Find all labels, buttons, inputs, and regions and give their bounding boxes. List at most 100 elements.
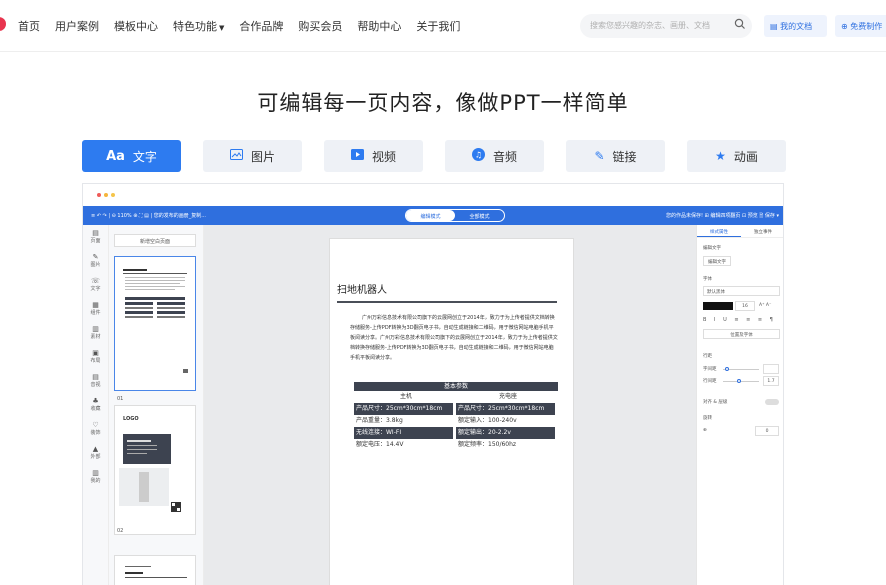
rail-item-favorites[interactable]: ♣ 收藏 [83, 393, 108, 417]
tab-animation[interactable]: ★ 动画 [687, 140, 786, 172]
page-thumbnail-2[interactable]: LOGO [114, 405, 196, 535]
spec-table[interactable]: 基本参数 主机 充电座 产品尺寸：25cm*30cm*18cm 产品尺寸：25c… [354, 382, 558, 451]
rail-item-layout[interactable]: ▣ 布局 [83, 345, 108, 369]
tab-style-properties[interactable]: 样式属性 [697, 225, 741, 237]
mode-switch[interactable]: 编辑模式 全部模式 [405, 209, 505, 222]
tab-text[interactable]: Aa 文字 [82, 140, 181, 172]
pages-icon: ▤ [92, 229, 99, 237]
rail-label: 组件 [90, 310, 101, 316]
page-thumbnail-1[interactable] [114, 256, 196, 391]
nav-links: 首页 用户案例 模板中心 特色功能 ▼ 合作品牌 购买会员 帮助中心 关于我们 [18, 18, 475, 34]
window-controls [97, 193, 118, 197]
tab-image-label: 图片 [250, 149, 275, 164]
slider-handle[interactable] [725, 367, 729, 371]
spec-table-subheader: 主机 充电座 [354, 391, 558, 403]
toolbar-right-controls[interactable]: 您的作品未保存! ⊞ 编辑四项翻页 ⊡ 预览 🗎 保存 ▾ [666, 212, 779, 221]
nav-about-us[interactable]: 关于我们 [416, 18, 460, 34]
rotate-icon[interactable]: ⊕ [703, 428, 707, 433]
line-spacing-input[interactable]: 1.7 [763, 376, 779, 386]
document-page[interactable]: 扫地机器人 广州万彩信息技术有限公司旗下的云展网创立于2014年，致力于为上传者… [329, 238, 574, 585]
table-cell: 额定输出：20-2.2v [456, 427, 555, 439]
nav-help-center[interactable]: 帮助中心 [357, 18, 401, 34]
edit-text-button[interactable]: 编辑文字 [703, 256, 731, 266]
toolbar-left-controls[interactable]: ≡ ↶ ↷ | ⊖ 110% ⊕ ⛶ ▤ | 您的发布的画册_复制... [91, 212, 206, 219]
brand-logo[interactable] [0, 17, 6, 31]
rail-item-text[interactable]: ☏ 文字 [83, 273, 108, 297]
nav-home[interactable]: 首页 [18, 18, 40, 34]
section-label: 编辑文字 [703, 246, 721, 251]
tab-link[interactable]: ✎ 链接 [566, 140, 665, 172]
rail-item-external[interactable]: ▲ 外部 [83, 441, 108, 465]
my-documents-button[interactable]: ▤ 我的文档 [764, 15, 827, 37]
table-cell: 额定电压：14.4V [356, 441, 404, 448]
rail-item-materials[interactable]: ▥ 素材 [83, 321, 108, 345]
tab-image[interactable]: 图片 [203, 140, 302, 172]
thumbnail-number-2: 02 [117, 528, 124, 534]
rail-item-mine[interactable]: ▥ 我的 [83, 465, 108, 489]
slider-handle[interactable] [737, 379, 741, 383]
editing-canvas[interactable]: 扫地机器人 广州万彩信息技术有限公司旗下的云展网创立于2014年，致力于为上传者… [204, 225, 696, 585]
search-icon[interactable] [734, 18, 746, 32]
star-icon: ★ [715, 149, 726, 163]
section-label: 字体 [703, 277, 712, 282]
rail-item-images[interactable]: ✎ 图片 [83, 249, 108, 273]
nav-template-center[interactable]: 模板中心 [114, 18, 158, 34]
rail-item-components[interactable]: ▦ 组件 [83, 297, 108, 321]
tab-audio[interactable]: ♫ 音频 [445, 140, 544, 172]
letter-spacing-slider[interactable] [723, 367, 759, 371]
rail-item-decoration[interactable]: ♡ 装饰 [83, 417, 108, 441]
line-spacing-slider[interactable] [723, 379, 759, 383]
table-row: 产品重量：3.8kg 额定输入：100-240v [354, 415, 558, 427]
add-page-button[interactable]: 新增空白页面 [114, 234, 196, 247]
table-cell: 额定频率：150/60hz [458, 441, 517, 448]
video-icon [350, 149, 364, 163]
font-color-swatch[interactable] [703, 302, 733, 310]
free-create-button[interactable]: ⊕ 免费制作 [835, 15, 886, 37]
nav-user-cases[interactable]: 用户案例 [55, 18, 99, 34]
position-font-button[interactable]: 位置及字体 [703, 329, 780, 339]
search-placeholder: 搜索您感兴趣的杂志、画册、文档 [590, 21, 710, 30]
title-divider [337, 301, 557, 303]
tab-text-label: 文字 [132, 149, 157, 164]
line-spacing-label: 行间距 [703, 379, 717, 384]
rail-item-media[interactable]: ▤ 音视 [83, 369, 108, 393]
tab-audio-label: 音频 [492, 149, 517, 164]
nav-membership[interactable]: 购买会员 [298, 18, 342, 34]
letter-spacing-input[interactable] [763, 364, 779, 374]
rotate-label: 旋转 [703, 416, 712, 421]
document-title[interactable]: 扫地机器人 [337, 281, 387, 296]
window-minimize-dot [104, 193, 108, 197]
layout-icon: ▣ [92, 349, 99, 357]
thumbnail-2-preview: LOGO [119, 416, 181, 512]
document-icon: ▤ [770, 22, 781, 31]
page-thumbnail-3[interactable] [114, 555, 196, 585]
rail-label: 音视 [90, 382, 101, 388]
tab-video[interactable]: 视频 [324, 140, 423, 172]
table-cell: 产品尺寸：25cm*30cm*18cm [354, 403, 453, 415]
media-icon: ▤ [92, 373, 99, 381]
nav-partners[interactable]: 合作品牌 [239, 18, 283, 34]
font-size-input[interactable]: 16 [735, 301, 755, 311]
thumbnail-1-preview [123, 269, 188, 373]
properties-tabs: 样式属性 独立事件 [697, 225, 783, 238]
tab-events[interactable]: 独立事件 [741, 225, 783, 237]
rail-label: 收藏 [90, 406, 101, 412]
image-icon [229, 149, 243, 163]
rail-item-pages[interactable]: ▤ 页面 [83, 225, 108, 249]
rail-label: 文字 [90, 286, 101, 292]
table-cell: 主机 [399, 393, 412, 400]
font-size-adjust-icons[interactable]: A⁺ A⁻ [759, 303, 771, 308]
rotate-input[interactable]: 0 [755, 426, 779, 436]
search-input[interactable]: 搜索您感兴趣的杂志、画册、文档 [580, 14, 752, 38]
mode-edit[interactable]: 编辑模式 [406, 210, 455, 221]
nav-features[interactable]: 特色功能 ▼ [173, 18, 224, 34]
section-label: 行距 [703, 354, 712, 359]
audio-icon: ♫ [471, 148, 485, 164]
align-layer-toggle[interactable] [765, 399, 779, 405]
svg-text:LOGO: LOGO [123, 416, 139, 422]
text-format-icons[interactable]: B I U ≡ ≡ ≡ ¶ [703, 317, 776, 323]
font-family-select[interactable]: 默认黑体 [703, 286, 780, 296]
mode-preview[interactable]: 全部模式 [455, 210, 504, 221]
toolbox-icon: ▥ [92, 469, 99, 477]
document-paragraph[interactable]: 广州万彩信息技术有限公司旗下的云展网创立于2014年，致力于为上传者提供文档转换… [350, 313, 558, 363]
